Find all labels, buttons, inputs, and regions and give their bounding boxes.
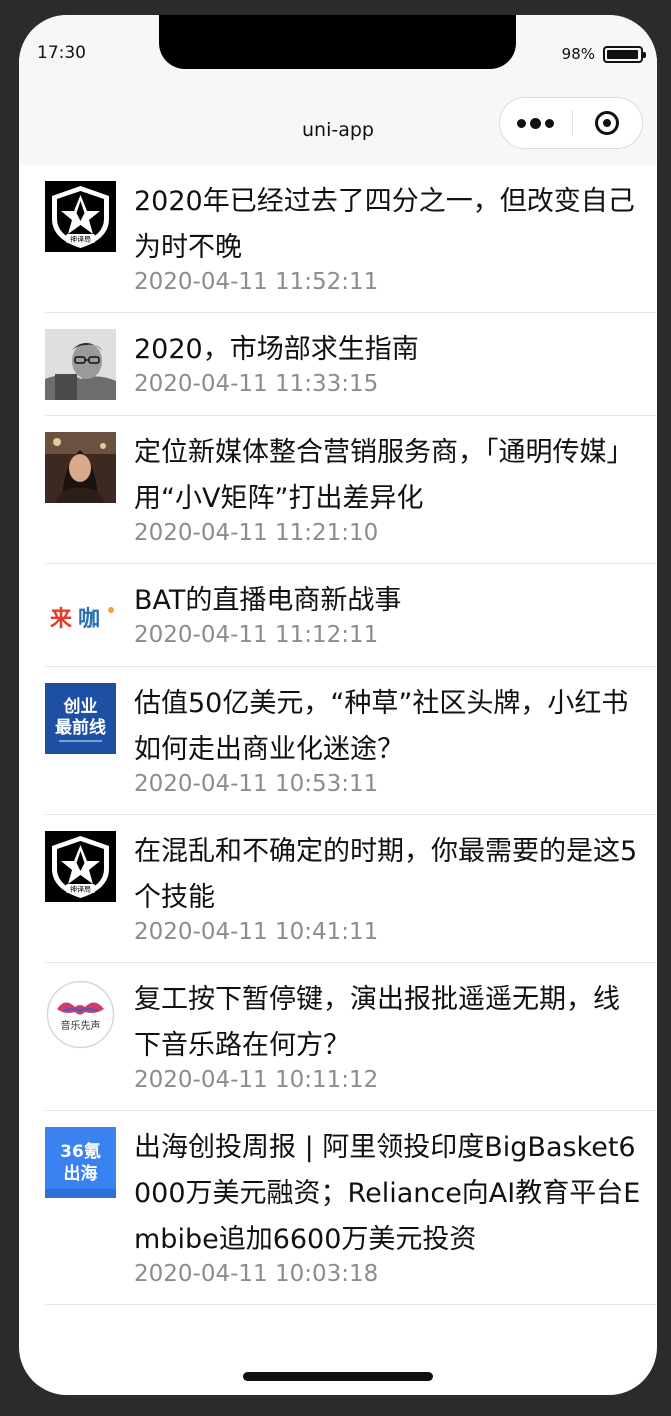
article-title: 在混乱和不确定的时期，你最需要的是这5个技能: [134, 836, 638, 913]
shield-logo-avatar: 神译局: [45, 181, 116, 252]
article-date: 2020-04-11 11:12:11: [134, 622, 379, 648]
article-item[interactable]: 36氪 出海 出海创投周报 | 阿里领投印度BigBasket6000万美元融资…: [19, 1111, 657, 1305]
svg-text:音乐先声: 音乐先声: [61, 1019, 101, 1032]
article-text: 定位新媒体整合营销服务商，「通明传媒」用“小V矩阵”打出差异化 2020-04-…: [134, 430, 643, 548]
svg-text:创业: 创业: [63, 696, 98, 717]
article-text: 出海创投周报 | 阿里领投印度BigBasket6000万美元融资；Relian…: [134, 1125, 643, 1289]
more-menu-icon[interactable]: [500, 98, 572, 148]
chuangye-logo: 创业 最前线: [45, 683, 116, 754]
article-date: 2020-04-11 10:53:11: [134, 771, 379, 797]
article-text: 2020，市场部求生指南 2020-04-11 11:33:15: [134, 327, 643, 400]
close-target-icon: [595, 111, 620, 135]
article-item[interactable]: 创业 最前线 估值50亿美元，“种草”社区头牌，小红书如何走出商业化迷途？ 20…: [19, 667, 657, 815]
article-title: 2020年已经过去了四分之一，但改变自己为时不晚: [134, 186, 635, 263]
article-date: 2020-04-11 11:52:11: [134, 269, 379, 295]
article-date: 2020-04-11 10:11:12: [134, 1067, 379, 1093]
man-with-glasses-photo: [45, 329, 116, 400]
status-right: 98%: [561, 45, 646, 63]
article-text: 在混乱和不确定的时期，你最需要的是这5个技能 2020-04-11 10:41:…: [134, 829, 643, 947]
article-title: 复工按下暂停键，演出报批遥遥无期，线下音乐路在何方？: [134, 984, 620, 1061]
article-date: 2020-04-11 10:41:11: [134, 919, 379, 945]
home-indicator[interactable]: [243, 1372, 433, 1381]
battery-icon: [603, 45, 646, 63]
article-item[interactable]: 定位新媒体整合营销服务商，「通明传媒」用“小V矩阵”打出差异化 2020-04-…: [19, 416, 657, 564]
article-text: 2020年已经过去了四分之一，但改变自己为时不晚 2020-04-11 11:5…: [134, 179, 643, 297]
article-item[interactable]: 音乐先声 复工按下暂停键，演出报批遥遥无期，线下音乐路在何方？ 2020-04-…: [19, 963, 657, 1111]
article-date: 2020-04-11 11:33:15: [134, 371, 379, 397]
svg-text:神译局: 神译局: [70, 885, 91, 894]
kr36-logo: 36氪 出海: [45, 1127, 116, 1198]
svg-text:36氪: 36氪: [60, 1141, 101, 1162]
article-text: 复工按下暂停键，演出报批遥遥无期，线下音乐路在何方？ 2020-04-11 10…: [134, 977, 643, 1095]
article-date: 2020-04-11 10:03:18: [134, 1261, 379, 1287]
status-time: 17:30: [37, 43, 86, 63]
article-title: 估值50亿美元，“种草”社区头牌，小红书如何走出商业化迷途？: [134, 688, 629, 765]
article-item[interactable]: 神译局 在混乱和不确定的时期，你最需要的是这5个技能 2020-04-11 10…: [19, 815, 657, 963]
device-notch: [159, 15, 516, 69]
svg-text:咖: 咖: [78, 607, 100, 632]
article-title: 2020，市场部求生指南: [134, 334, 419, 365]
phone-screen: 17:30 98% uni-app 神译局 2020年已经过去了四分之一，但改变…: [19, 15, 657, 1395]
article-title: BAT的直播电商新战事: [134, 585, 402, 616]
close-miniapp-button[interactable]: [573, 98, 643, 148]
svg-text:出海: 出海: [64, 1163, 98, 1184]
yinyue-logo: 音乐先声: [45, 979, 116, 1050]
svg-text:最前线: 最前线: [55, 717, 106, 738]
miniapp-capsule: [499, 97, 643, 149]
woman-portrait-photo: [45, 432, 116, 503]
article-date: 2020-04-11 11:21:10: [134, 520, 379, 546]
navigation-bar: uni-app: [19, 85, 657, 165]
shield-logo-avatar: 神译局: [45, 831, 116, 902]
article-title: 定位新媒体整合营销服务商，「通明传媒」用“小V矩阵”打出差异化: [134, 437, 634, 514]
article-list: 神译局 2020年已经过去了四分之一，但改变自己为时不晚 2020-04-11 …: [19, 165, 657, 1395]
svg-text:神译局: 神译局: [70, 235, 91, 244]
svg-text:来: 来: [49, 607, 73, 632]
article-item[interactable]: 来 咖 BAT的直播电商新战事 2020-04-11 11:12:11: [19, 564, 657, 667]
battery-percent: 98%: [561, 45, 595, 63]
article-item[interactable]: 2020，市场部求生指南 2020-04-11 11:33:15: [19, 313, 657, 416]
article-title: 出海创投周报 | 阿里领投印度BigBasket6000万美元融资；Relian…: [134, 1132, 641, 1255]
laika-logo: 来 咖: [45, 580, 116, 651]
article-item[interactable]: 神译局 2020年已经过去了四分之一，但改变自己为时不晚 2020-04-11 …: [19, 165, 657, 313]
article-text: 估值50亿美元，“种草”社区头牌，小红书如何走出商业化迷途？ 2020-04-1…: [134, 681, 643, 799]
article-text: BAT的直播电商新战事 2020-04-11 11:12:11: [134, 578, 643, 651]
